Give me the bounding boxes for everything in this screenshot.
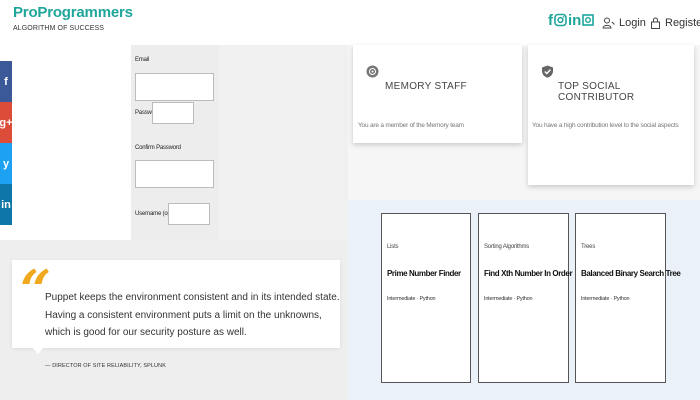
algorithm-meta: Intermediate · Python [387, 296, 436, 302]
linkedin-icon[interactable]: in [568, 13, 581, 29]
algorithm-category: Sorting Algorithms [484, 244, 530, 250]
user-icon [602, 17, 615, 29]
share-twitter-icon[interactable]: y [0, 143, 12, 184]
algorithm-title: Find Xth Number In Order [484, 269, 573, 278]
share-google-plus-icon[interactable]: g+ [0, 102, 13, 143]
testimonial-card: “ Puppet keeps the environment consisten… [12, 260, 340, 348]
badge-title: TOP SOCIAL CONTRIBUTOR [558, 81, 635, 103]
email-field[interactable] [135, 73, 214, 101]
confirm-password-label: Confirm Password [135, 145, 181, 151]
site-header: ProProgrammers ALGORITHM OF SUCCESS f in… [0, 0, 700, 45]
algorithm-title: Balanced Binary Search Tree [581, 269, 681, 278]
shield-check-icon [542, 65, 553, 78]
lock-icon [651, 17, 660, 29]
algorithm-meta: Intermediate · Python [484, 296, 533, 302]
badge-card-memory-staff[interactable]: MEMORY STAFF You are a member of the Mem… [353, 45, 522, 143]
signup-form: Email Password Confirm Password Username… [131, 45, 219, 240]
algorithm-category: Lists [387, 244, 399, 250]
brand-tagline: ALGORITHM OF SUCCESS [13, 25, 105, 32]
confirm-password-field[interactable] [135, 160, 214, 188]
login-link[interactable]: Login [602, 17, 646, 29]
share-facebook-icon[interactable]: f [0, 61, 12, 102]
facebook-icon[interactable]: f [548, 13, 553, 29]
social-links: f in [548, 13, 595, 29]
algorithm-card-find-xth-number[interactable]: Sorting Algorithms Find Xth Number In Or… [478, 213, 573, 383]
badge-description: You are a member of the Memory team [358, 122, 464, 129]
instagram-icon[interactable] [554, 13, 567, 29]
testimonial-text: Puppet keeps the environment consistent … [45, 292, 340, 338]
badge-card-top-social-contributor[interactable]: TOP SOCIAL CONTRIBUTOR You have a high c… [528, 45, 694, 185]
page: ProProgrammers ALGORITHM OF SUCCESS f in… [0, 0, 700, 400]
email-icon[interactable] [582, 13, 595, 29]
algorithm-title: Prime Number Finder [387, 269, 461, 278]
algorithm-category: Trees [581, 244, 596, 250]
share-linkedin-icon[interactable]: in [0, 184, 12, 225]
login-label: Login [619, 17, 646, 29]
algorithm-meta: Intermediate · Python [581, 296, 630, 302]
register-label: Register [665, 17, 700, 29]
algorithm-card-prime-number-finder[interactable]: Lists Prime Number Finder Intermediate ·… [381, 213, 471, 383]
brand-title[interactable]: ProProgrammers [13, 4, 133, 21]
memory-badge-icon [366, 65, 379, 78]
badge-title: MEMORY STAFF [385, 81, 467, 92]
share-bar: f g+ y in [0, 61, 13, 225]
testimonial-attribution: — DIRECTOR OF SITE RELIABILITY, SPLUNK [45, 363, 166, 369]
password-field[interactable] [152, 102, 194, 124]
register-link[interactable]: Register [650, 17, 700, 29]
quote-tail [31, 346, 45, 354]
algorithm-card-balanced-bst[interactable]: Trees Balanced Binary Search Tree Interm… [575, 213, 681, 383]
username-field[interactable] [168, 203, 210, 225]
badge-description: You have a high contribution level to th… [532, 122, 679, 129]
gray-panel [219, 45, 348, 240]
email-label: Email [135, 57, 150, 63]
